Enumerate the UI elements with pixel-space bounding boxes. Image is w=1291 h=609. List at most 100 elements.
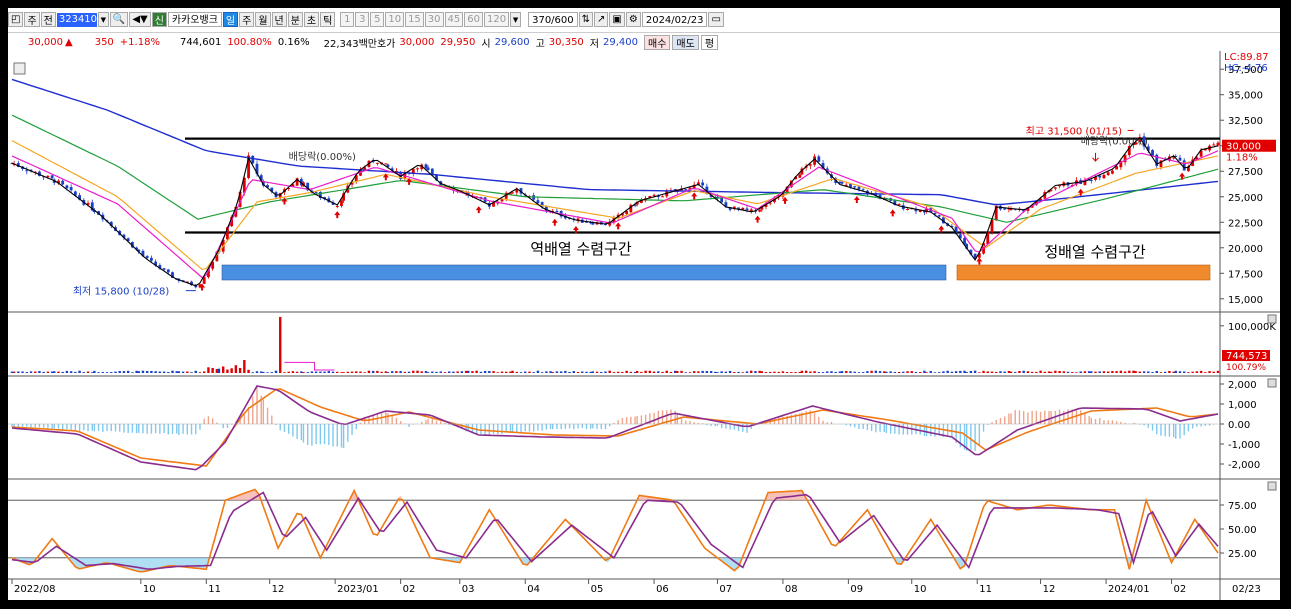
- volume-bar: [452, 371, 455, 373]
- volume-bar: [1191, 371, 1194, 373]
- candle-body: [314, 191, 318, 193]
- market-button[interactable]: 주: [24, 12, 40, 27]
- interval-option-3[interactable]: 3: [355, 12, 370, 27]
- volume-bar: [680, 370, 683, 373]
- volume-bar: [367, 370, 371, 373]
- stock-name: 카카오뱅크: [167, 12, 222, 27]
- volume-bar: [800, 370, 804, 373]
- candle-body: [853, 186, 857, 188]
- draw-tool-icon[interactable]: ↗: [594, 12, 609, 27]
- interval-option-45[interactable]: 45: [444, 12, 464, 27]
- volume-bar: [359, 371, 362, 373]
- ex-rights-annotation-1: 배당락(0.00%): [289, 151, 356, 163]
- period-tab-4[interactable]: 분: [287, 12, 303, 27]
- macd-y-tick-label: -2,000: [1228, 460, 1260, 471]
- code-dropdown-icon[interactable]: ▼: [97, 12, 109, 27]
- volume-bar: [1087, 371, 1091, 373]
- calendar-icon[interactable]: ▭: [708, 12, 724, 27]
- candle-body: [758, 210, 762, 212]
- mode-button[interactable]: 전: [40, 12, 56, 27]
- volume-bar: [716, 372, 719, 373]
- eval-button[interactable]: 평: [700, 34, 719, 50]
- volume-bar: [86, 371, 90, 373]
- period-tab-1[interactable]: 주: [239, 12, 255, 27]
- volume-bar: [238, 367, 242, 373]
- volume-bar: [758, 370, 761, 373]
- volume-bar: [283, 372, 286, 373]
- volume-bar: [1035, 371, 1038, 373]
- volume-bar: [122, 371, 126, 373]
- volume-bar: [705, 371, 709, 373]
- volume-bar: [551, 372, 554, 373]
- gear-icon[interactable]: ⚙: [625, 12, 641, 27]
- interval-option-10[interactable]: 10: [385, 12, 405, 27]
- period-tab-3[interactable]: 년: [271, 12, 287, 27]
- stock-chart[interactable]: 15,000 17,500 20,000 22,500 25,000 27,500 30,0…: [8, 51, 1280, 600]
- panel-menu-icon: [13, 62, 26, 75]
- volume-bar: [669, 371, 673, 373]
- volume-bar: [230, 368, 233, 373]
- interval-option-30[interactable]: 30: [424, 12, 444, 27]
- volume-bar: [589, 371, 592, 373]
- volume-bar: [435, 371, 438, 373]
- volume-bar: [21, 371, 24, 373]
- layout-icon[interactable]: ◰: [8, 12, 24, 27]
- volume-bar: [1183, 371, 1186, 373]
- x-tick-label: 07: [719, 584, 732, 595]
- volume-bar: [741, 372, 744, 373]
- high-price: 30,350: [548, 36, 584, 48]
- volume-bar: [648, 370, 652, 373]
- candle-body: [61, 180, 65, 185]
- x-tick-label: 10: [143, 584, 156, 595]
- x-tick-label: 04: [527, 584, 540, 595]
- volume-bar: [1204, 372, 1207, 373]
- interval-option-1[interactable]: 1: [340, 12, 355, 27]
- period-tab-6[interactable]: 틱: [320, 12, 336, 27]
- interval-option-60[interactable]: 60: [464, 12, 483, 27]
- volume-bar: [137, 371, 140, 373]
- code-input[interactable]: 323410: [56, 12, 97, 27]
- volume-bar: [733, 372, 736, 373]
- interval-dropdown-icon[interactable]: ▼: [510, 12, 522, 27]
- volume-bar: [202, 371, 206, 373]
- save-icon[interactable]: ▣: [609, 12, 625, 27]
- interval-option-120[interactable]: 120: [484, 12, 510, 27]
- volume-bar: [251, 372, 254, 373]
- volume-bar: [519, 372, 523, 373]
- period-tab-5[interactable]: 초: [303, 12, 320, 27]
- search-icon[interactable]: 🔍: [109, 12, 129, 27]
- volume-bar: [82, 372, 86, 373]
- chart-type-icon[interactable]: ⇅: [578, 12, 594, 27]
- buy-button[interactable]: 매수: [644, 34, 671, 50]
- volume-bar: [175, 371, 178, 373]
- volume-bar: [190, 372, 193, 373]
- volume-bar: [1039, 370, 1042, 373]
- volume-bar: [942, 371, 945, 373]
- volume-bar: [363, 372, 366, 373]
- volume-bar: [532, 372, 535, 373]
- volume-bar: [612, 372, 616, 373]
- volume-bar: [1079, 371, 1082, 373]
- macd-y-tick-label: 1,000: [1228, 400, 1257, 411]
- volume-bar: [424, 371, 428, 373]
- date-field[interactable]: 2024/02/23: [641, 12, 708, 27]
- volume-bar: [1199, 370, 1203, 373]
- volume-bar: [1115, 371, 1118, 373]
- price-change-pct: +1.18%: [119, 36, 160, 48]
- history-back-icon[interactable]: ◀▼: [129, 12, 151, 27]
- interval-option-5[interactable]: 5: [370, 12, 385, 27]
- volume-bar: [141, 370, 145, 373]
- volume-bar: [114, 371, 117, 373]
- interval-option-15[interactable]: 15: [405, 12, 424, 27]
- bar-count[interactable]: 370/600: [528, 12, 578, 27]
- candle-body: [1182, 160, 1186, 171]
- candle-body: [162, 268, 166, 270]
- period-tab-0[interactable]: 일: [222, 12, 239, 27]
- volume-bar: [91, 372, 94, 373]
- volume-bar: [982, 370, 985, 373]
- x-tick-label: 12: [272, 584, 285, 595]
- volume-bar: [194, 370, 197, 373]
- sell-button[interactable]: 매도: [672, 34, 699, 50]
- volume-bar: [496, 372, 499, 373]
- period-tab-2[interactable]: 월: [255, 12, 271, 27]
